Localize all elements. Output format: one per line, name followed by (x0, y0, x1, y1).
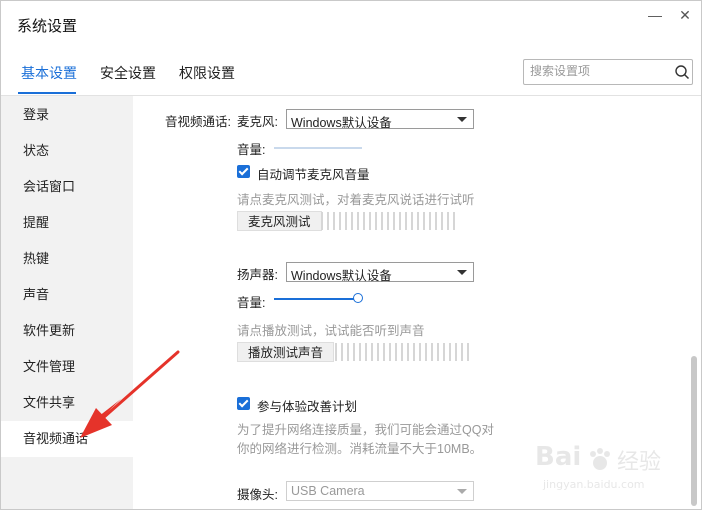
sidebar-item-chat-window[interactable]: 会话窗口 (1, 169, 133, 205)
tab-basic-settings[interactable]: 基本设置 (21, 63, 77, 83)
sidebar-item-file-management[interactable]: 文件管理 (1, 349, 133, 385)
sidebar-item-file-sharing[interactable]: 文件共享 (1, 385, 133, 421)
sidebar-item-av-call[interactable]: 音视频通话 (1, 421, 133, 457)
window-title: 系统设置 (17, 18, 78, 35)
chevron-down-icon (457, 270, 467, 275)
search-box[interactable] (523, 59, 693, 85)
speaker-volume-fill (274, 298, 358, 300)
sidebar-item-reminder[interactable]: 提醒 (1, 205, 133, 241)
chevron-down-icon (457, 117, 467, 122)
sidebar-item-hotkeys[interactable]: 热键 (1, 241, 133, 277)
speaker-volume-label: 音量: (237, 296, 266, 310)
baidu-watermark: Bai 经验 jingyan.baidu.com (535, 440, 695, 496)
speaker-test-hint: 请点播放测试，试试能否听到声音 (237, 324, 425, 338)
speaker-test-button[interactable]: 播放测试声音 (237, 342, 335, 362)
improve-desc-line1: 为了提升网络连接质量，我们可能会通过QQ对 (237, 423, 494, 437)
camera-device-select[interactable]: USB Camera (286, 481, 474, 501)
speaker-device-select[interactable]: Windows默认设备 (286, 262, 474, 283)
mic-device-value: Windows默认设备 (291, 116, 392, 130)
mic-label: 麦克风: (237, 115, 278, 129)
watermark-brand: Bai (535, 442, 582, 472)
chevron-down-icon (457, 489, 467, 494)
watermark-brand-cn: 经验 (617, 450, 662, 475)
tab-permission-settings[interactable]: 权限设置 (179, 63, 235, 83)
improve-program-label: 参与体验改善计划 (257, 400, 358, 414)
close-button[interactable]: ✕ (671, 5, 699, 25)
watermark-url: jingyan.baidu.com (543, 478, 645, 491)
improve-program-checkbox[interactable] (237, 397, 250, 410)
mic-auto-adjust-checkbox[interactable] (237, 165, 250, 178)
speaker-level-meter (335, 343, 473, 361)
speaker-volume-thumb[interactable] (353, 293, 363, 303)
search-input[interactable] (530, 62, 666, 80)
mic-test-hint: 请点麦克风测试，对着麦克风说话进行试听 (237, 193, 475, 207)
mic-volume-slider[interactable] (274, 147, 362, 149)
mic-test-button[interactable]: 麦克风测试 (237, 211, 322, 231)
speaker-label: 扬声器: (237, 268, 278, 282)
active-tab-indicator (18, 92, 76, 94)
mic-auto-adjust-label: 自动调节麦克风音量 (257, 168, 370, 182)
sidebar-item-software-update[interactable]: 软件更新 (1, 313, 133, 349)
settings-sidebar: 登录 状态 会话窗口 提醒 热键 声音 软件更新 文件管理 文件共享 音视频通话 (1, 96, 133, 509)
title-bar: 系统设置 — ✕ (1, 1, 701, 47)
camera-device-value: USB Camera (291, 484, 365, 498)
paw-icon (590, 448, 610, 470)
settings-window: 系统设置 — ✕ 基本设置 安全设置 权限设置 登录 状态 会话窗口 提醒 热键… (0, 0, 702, 510)
speaker-device-value: Windows默认设备 (291, 269, 392, 283)
mic-level-meter (321, 212, 459, 230)
mic-volume-label: 音量: (237, 143, 266, 157)
search-icon[interactable] (674, 64, 690, 80)
tab-security-settings[interactable]: 安全设置 (100, 63, 156, 83)
camera-label: 摄像头: (237, 488, 278, 502)
mic-device-select[interactable]: Windows默认设备 (286, 109, 474, 130)
minimize-button[interactable]: — (641, 5, 669, 25)
sidebar-item-status[interactable]: 状态 (1, 133, 133, 169)
av-section-label: 音视频通话: (165, 115, 231, 129)
sidebar-item-login[interactable]: 登录 (1, 97, 133, 133)
improve-desc-line2: 你的网络进行检测。消耗流量不大于10MB。 (237, 442, 483, 456)
sidebar-item-sound[interactable]: 声音 (1, 277, 133, 313)
